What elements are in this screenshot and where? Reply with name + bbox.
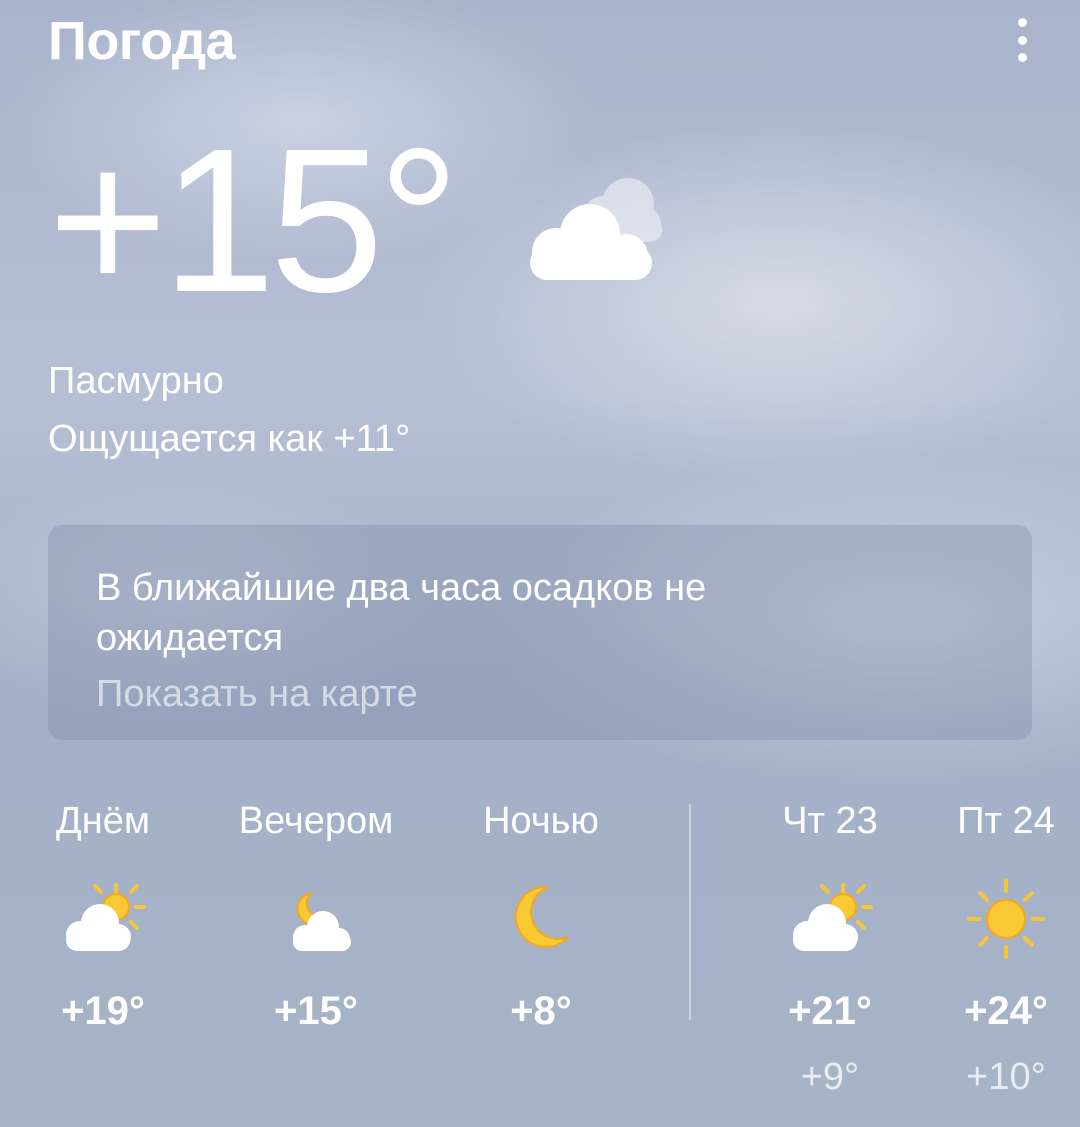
forecast-evening[interactable]: Вечером +15° (228, 800, 404, 1034)
forecast-label: Днём (56, 800, 150, 842)
forecast-temp: +8° (510, 989, 572, 1033)
forecast-label: Вечером (238, 800, 394, 842)
precipitation-text: В ближайшие два часа осадков не ожидаетс… (96, 567, 707, 659)
forecast-temp-day: +21° (788, 989, 872, 1033)
forecast-temp-day: +24° (964, 989, 1048, 1033)
forecast-day-part[interactable]: Днём +19° (48, 800, 158, 1034)
partly-cloudy-day-icon (66, 883, 146, 951)
partly-cloudy-night-icon (293, 891, 351, 951)
show-on-map-link[interactable]: Показать на карте (96, 673, 984, 716)
app-title: Погода (48, 11, 236, 71)
more-vert-icon[interactable] (1004, 18, 1040, 62)
moon-icon (514, 885, 569, 948)
condition-text: Пасмурно (48, 360, 224, 402)
partly-cloudy-day-icon (793, 883, 873, 951)
forecast-day-fri[interactable]: Пт 24 +24° +10° (944, 800, 1068, 1099)
precipitation-card[interactable]: В ближайшие два часа осадков не ожидаетс… (48, 525, 1032, 740)
forecast-temp-night: +10° (966, 1056, 1046, 1098)
forecast-label: Чт 23 (782, 800, 878, 842)
forecast-night[interactable]: Ночью +8° (476, 800, 606, 1034)
cloudy-icon (530, 178, 662, 280)
feels-like-text: Ощущается как +11° (48, 418, 411, 460)
forecast-label: Ночью (483, 800, 599, 842)
current-temperature: +15° (48, 106, 460, 335)
forecast-divider (689, 804, 691, 1020)
forecast-temp-night: +9° (800, 1056, 860, 1098)
forecast-label: Пт 24 (957, 800, 1055, 842)
forecast-temp: +19° (61, 989, 145, 1033)
sun-icon (967, 879, 1045, 959)
forecast-day-thu[interactable]: Чт 23 +21° +9° (770, 800, 890, 1099)
forecast-temp: +15° (274, 989, 358, 1033)
